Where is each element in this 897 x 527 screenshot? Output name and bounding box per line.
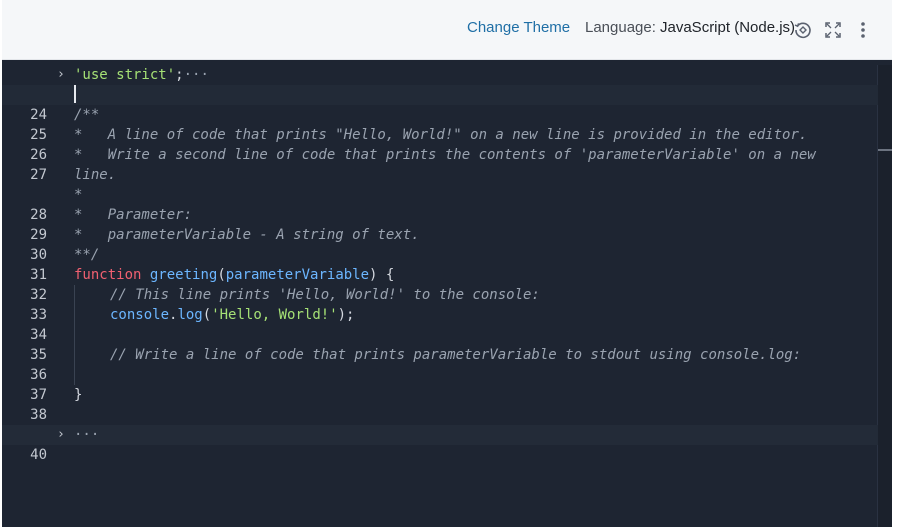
code-line-active[interactable]: 24 <box>2 85 878 123</box>
code-punctuation: ); <box>337 307 355 323</box>
folded-region-ellipsis[interactable]: ··· <box>184 67 209 83</box>
code-string: 'Hello, World!' <box>211 307 338 323</box>
change-theme-button[interactable]: Change Theme <box>467 19 570 36</box>
vertical-scrollbar[interactable] <box>877 65 892 527</box>
code-line[interactable]: 39 <box>2 405 878 443</box>
scrollbar-thumb[interactable] <box>878 149 892 151</box>
code-punctuation: ) { <box>369 267 395 283</box>
code-comment: // Write a line of code that prints para… <box>110 347 802 363</box>
editor-toolbar: Change Theme Language: JavaScript (Node.… <box>2 0 892 60</box>
code-line[interactable]: 29 * Parameter: <box>2 205 878 243</box>
code-punctuation: } <box>74 387 83 403</box>
code-function-name: greeting <box>149 267 218 283</box>
code-comment: * Write a second line of code that print… <box>74 147 816 163</box>
history-icon[interactable] <box>793 20 813 40</box>
fold-chevron-icon[interactable]: › <box>57 425 69 445</box>
code-method: log <box>177 307 203 323</box>
code-line[interactable]: 40 › ··· <box>2 425 878 463</box>
language-label: Language: <box>585 19 656 36</box>
code-line[interactable]: 25 /** <box>2 105 878 143</box>
code-line[interactable]: 1 › 'use strict';··· <box>2 65 878 103</box>
fullscreen-icon[interactable] <box>823 20 843 40</box>
fold-chevron-icon[interactable]: › <box>57 65 69 85</box>
code-parameter: parameterVariable <box>225 267 370 283</box>
code-comment: * A line of code that prints "Hello, Wor… <box>74 127 808 143</box>
code-line[interactable]: 31 **/ <box>2 245 878 283</box>
more-vert-icon[interactable] <box>853 20 873 40</box>
text-cursor <box>74 85 76 103</box>
code-punctuation: ( <box>217 267 226 283</box>
code-comment: // This line prints 'Hello, World!' to t… <box>110 287 540 303</box>
code-punctuation: ; <box>175 67 184 83</box>
code-line[interactable]: 33 // This line prints 'Hello, World!' t… <box>2 285 878 323</box>
code-line[interactable]: 30 * parameterVariable - A string of tex… <box>2 225 878 263</box>
code-punctuation: ( <box>202 307 212 323</box>
code-comment: * Parameter: <box>74 207 193 223</box>
code-line[interactable]: 28 * <box>2 185 878 223</box>
code-object: console <box>110 307 170 323</box>
language-select[interactable]: JavaScript (Node.js) <box>660 19 795 36</box>
code-line[interactable]: 26 * A line of code that prints "Hello, … <box>2 125 878 163</box>
code-comment: line. <box>74 167 117 183</box>
code-comment: /** <box>74 107 100 123</box>
code-line[interactable]: 35 <box>2 325 878 363</box>
code-line[interactable]: 36 // Write a line of code that prints p… <box>2 345 878 383</box>
code-line[interactable]: 37 <box>2 365 878 403</box>
code-comment: * <box>74 187 83 203</box>
code-string: 'use strict' <box>74 67 176 83</box>
code-line-wrapped[interactable]: line. <box>2 165 878 185</box>
code-comment: **/ <box>74 247 100 263</box>
code-line[interactable]: 27 * Write a second line of code that pr… <box>2 145 878 183</box>
code-line[interactable]: 38 } <box>2 385 878 423</box>
code-line[interactable]: 34 console.log('Hello, World!'); <box>2 305 878 343</box>
folded-region-ellipsis[interactable]: ··· <box>74 425 99 445</box>
code-editor[interactable]: 1 › 'use strict';··· 24 25 /** 26 * A li… <box>2 60 892 527</box>
code-comment: * parameterVariable - A string of text. <box>74 227 420 243</box>
code-keyword: function <box>74 267 142 283</box>
code-line[interactable]: 32 function greeting(parameterVariable) … <box>2 265 878 303</box>
line-number: 40 <box>30 447 47 463</box>
